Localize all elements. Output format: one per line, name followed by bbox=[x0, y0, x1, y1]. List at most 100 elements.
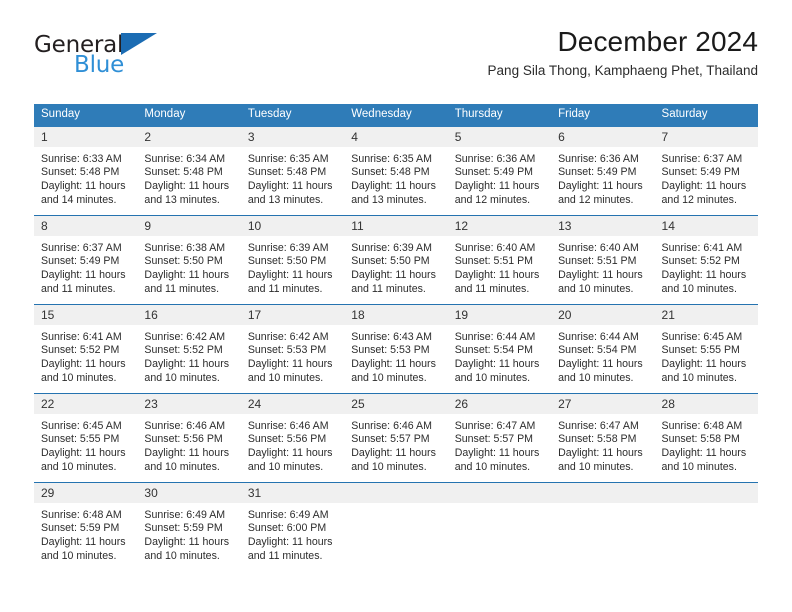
daylight-text: Daylight: 11 hours and 10 minutes. bbox=[41, 536, 126, 563]
sunset-text: Sunset: 5:53 PM bbox=[351, 344, 430, 357]
daylight-text: Daylight: 11 hours and 10 minutes. bbox=[454, 447, 540, 474]
day-number[interactable]: 20 bbox=[551, 304, 655, 325]
day-number[interactable]: 5 bbox=[447, 126, 552, 147]
sunset-text: Sunset: 5:50 PM bbox=[351, 255, 430, 268]
day-cell[interactable]: Sunrise: 6:47 AM Sunset: 5:57 PM Daylight:… bbox=[447, 413, 552, 482]
day-number[interactable]: 18 bbox=[344, 304, 448, 325]
day-number[interactable]: 16 bbox=[137, 304, 241, 325]
sunset-text: Sunset: 5:52 PM bbox=[661, 255, 740, 268]
sunrise-text: Sunrise: 6:36 AM bbox=[558, 152, 639, 165]
day-cell[interactable]: Sunrise: 6:39 AM Sunset: 5:50 PM Daylight:… bbox=[240, 235, 345, 304]
day-number[interactable]: 12 bbox=[447, 215, 552, 236]
day-cell-container: Sunrise: 6:39 AM Sunset: 5:50 PM Daylight:… bbox=[240, 235, 345, 305]
day-cell[interactable]: Sunrise: 6:41 AM Sunset: 5:52 PM Daylight:… bbox=[654, 235, 758, 304]
day-cell[interactable]: Sunrise: 6:33 AM Sunset: 5:48 PM Daylight:… bbox=[34, 146, 138, 215]
sunrise-text: Sunrise: 6:46 AM bbox=[247, 419, 329, 432]
day-cell[interactable]: Sunrise: 6:48 AM Sunset: 5:59 PM Daylight:… bbox=[34, 502, 138, 571]
day-cell[interactable]: Sunrise: 6:38 AM Sunset: 5:50 PM Daylight:… bbox=[137, 235, 241, 304]
day-cell-header: 19 bbox=[447, 303, 552, 325]
day-number[interactable]: 29 bbox=[34, 482, 138, 503]
week-detail-row: Sunrise: 6:37 AM Sunset: 5:49 PM Daylight:… bbox=[34, 235, 758, 305]
day-cell[interactable]: Sunrise: 6:45 AM Sunset: 5:55 PM Daylight:… bbox=[654, 324, 758, 393]
day-cell[interactable]: Sunrise: 6:45 AM Sunset: 5:55 PM Daylight:… bbox=[34, 413, 138, 482]
sunset-text: Sunset: 5:55 PM bbox=[661, 344, 740, 357]
day-number[interactable]: 31 bbox=[240, 482, 345, 503]
day-cell[interactable]: Sunrise: 6:46 AM Sunset: 5:57 PM Daylight:… bbox=[344, 413, 448, 482]
day-number[interactable]: 1 bbox=[34, 126, 138, 147]
week-detail-row: Sunrise: 6:33 AM Sunset: 5:48 PM Daylight:… bbox=[34, 146, 758, 216]
day-number[interactable]: 9 bbox=[137, 215, 241, 236]
day-number[interactable]: 4 bbox=[344, 126, 448, 147]
day-cell-header: 26 bbox=[447, 392, 552, 414]
day-number[interactable]: 17 bbox=[240, 304, 345, 325]
day-number[interactable]: 6 bbox=[551, 126, 655, 147]
day-cell[interactable]: Sunrise: 6:40 AM Sunset: 5:51 PM Daylight:… bbox=[551, 235, 655, 304]
day-cell[interactable]: Sunrise: 6:35 AM Sunset: 5:48 PM Daylight:… bbox=[344, 146, 448, 215]
day-cell-header: 30 bbox=[137, 481, 241, 503]
day-number[interactable]: 8 bbox=[34, 215, 138, 236]
day-cell[interactable]: Sunrise: 6:49 AM Sunset: 5:59 PM Daylight:… bbox=[137, 502, 241, 571]
day-cell[interactable]: Sunrise: 6:44 AM Sunset: 5:54 PM Daylight:… bbox=[551, 324, 655, 393]
day-cell[interactable]: Sunrise: 6:46 AM Sunset: 5:56 PM Daylight:… bbox=[137, 413, 241, 482]
day-number[interactable]: 25 bbox=[344, 393, 448, 414]
day-number[interactable]: 2 bbox=[137, 126, 241, 147]
sunrise-text: Sunrise: 6:43 AM bbox=[351, 330, 432, 343]
day-cell[interactable]: Sunrise: 6:37 AM Sunset: 5:49 PM Daylight:… bbox=[654, 146, 758, 215]
week-detail-row: Sunrise: 6:41 AM Sunset: 5:52 PM Daylight:… bbox=[34, 324, 758, 394]
day-number[interactable]: 7 bbox=[654, 126, 758, 147]
day-number[interactable]: 11 bbox=[344, 215, 448, 236]
day-cell[interactable]: Sunrise: 6:34 AM Sunset: 5:48 PM Daylight:… bbox=[137, 146, 241, 215]
day-number[interactable]: 3 bbox=[240, 126, 345, 147]
day-cell[interactable]: Sunrise: 6:39 AM Sunset: 5:50 PM Daylight:… bbox=[344, 235, 448, 304]
sunset-text: Sunset: 5:59 PM bbox=[144, 522, 223, 535]
week-row: 8 9 10 11 12 13 14 bbox=[34, 214, 758, 236]
sunrise-text: Sunrise: 6:35 AM bbox=[351, 152, 432, 165]
sunset-text: Sunset: 5:56 PM bbox=[247, 433, 327, 446]
day-number[interactable]: 15 bbox=[34, 304, 138, 325]
day-cell[interactable]: Sunrise: 6:42 AM Sunset: 5:52 PM Daylight:… bbox=[137, 324, 241, 393]
day-number[interactable]: 26 bbox=[447, 393, 552, 414]
sunset-text: Sunset: 5:50 PM bbox=[247, 255, 327, 268]
day-cell[interactable]: Sunrise: 6:36 AM Sunset: 5:49 PM Daylight:… bbox=[447, 146, 552, 215]
day-number[interactable]: 30 bbox=[137, 482, 241, 503]
page-header: General Blue December 2024 Pang Sila Tho… bbox=[0, 0, 792, 78]
day-cell-header: 4 bbox=[344, 126, 448, 147]
daylight-text: Daylight: 11 hours and 12 minutes. bbox=[558, 180, 643, 207]
day-cell-header: 5 bbox=[447, 126, 552, 147]
day-cell[interactable]: Sunrise: 6:46 AM Sunset: 5:56 PM Daylight:… bbox=[240, 413, 345, 482]
day-number[interactable]: 28 bbox=[654, 393, 758, 414]
day-number[interactable]: 14 bbox=[654, 215, 758, 236]
day-cell[interactable]: Sunrise: 6:42 AM Sunset: 5:53 PM Daylight:… bbox=[240, 324, 345, 393]
day-number[interactable]: 10 bbox=[240, 215, 345, 236]
day-number[interactable]: 27 bbox=[551, 393, 655, 414]
generalblue-logo[interactable]: General Blue bbox=[34, 30, 158, 77]
day-cell-container: Sunrise: 6:42 AM Sunset: 5:53 PM Daylight:… bbox=[240, 324, 345, 394]
day-number[interactable]: 23 bbox=[137, 393, 241, 414]
day-cell-empty bbox=[344, 502, 448, 571]
day-cell[interactable]: Sunrise: 6:48 AM Sunset: 5:58 PM Daylight:… bbox=[654, 413, 758, 482]
day-cell-header: 14 bbox=[654, 214, 758, 236]
day-cell[interactable]: Sunrise: 6:44 AM Sunset: 5:54 PM Daylight:… bbox=[447, 324, 552, 393]
day-cell[interactable]: Sunrise: 6:43 AM Sunset: 5:53 PM Daylight:… bbox=[344, 324, 448, 393]
sunset-text: Sunset: 5:58 PM bbox=[558, 433, 637, 446]
calendar-table: Sunday Monday Tuesday Wednesday Thursday… bbox=[34, 104, 758, 571]
day-cell-container: Sunrise: 6:40 AM Sunset: 5:51 PM Daylight:… bbox=[551, 235, 655, 305]
daylight-text: Daylight: 11 hours and 10 minutes. bbox=[558, 358, 643, 385]
day-cell[interactable]: Sunrise: 6:49 AM Sunset: 6:00 PM Daylight:… bbox=[240, 502, 345, 571]
daylight-text: Daylight: 11 hours and 10 minutes. bbox=[661, 447, 747, 474]
day-number[interactable]: 19 bbox=[447, 304, 552, 325]
day-number[interactable]: 22 bbox=[34, 393, 138, 414]
day-cell-container bbox=[447, 502, 552, 571]
week-row: 22 23 24 25 26 27 28 bbox=[34, 392, 758, 414]
day-number[interactable]: 24 bbox=[240, 393, 345, 414]
day-cell[interactable]: Sunrise: 6:37 AM Sunset: 5:49 PM Daylight:… bbox=[34, 235, 138, 304]
day-cell[interactable]: Sunrise: 6:35 AM Sunset: 5:48 PM Daylight:… bbox=[240, 146, 345, 215]
day-cell[interactable]: Sunrise: 6:36 AM Sunset: 5:49 PM Daylight:… bbox=[551, 146, 655, 215]
day-cell-header: 8 bbox=[34, 214, 138, 236]
day-cell-container: Sunrise: 6:35 AM Sunset: 5:48 PM Daylight:… bbox=[240, 146, 345, 216]
day-number[interactable]: 21 bbox=[654, 304, 758, 325]
day-cell[interactable]: Sunrise: 6:41 AM Sunset: 5:52 PM Daylight:… bbox=[34, 324, 138, 393]
day-number[interactable]: 13 bbox=[551, 215, 655, 236]
day-cell[interactable]: Sunrise: 6:40 AM Sunset: 5:51 PM Daylight:… bbox=[447, 235, 552, 304]
day-cell[interactable]: Sunrise: 6:47 AM Sunset: 5:58 PM Daylight:… bbox=[551, 413, 655, 482]
